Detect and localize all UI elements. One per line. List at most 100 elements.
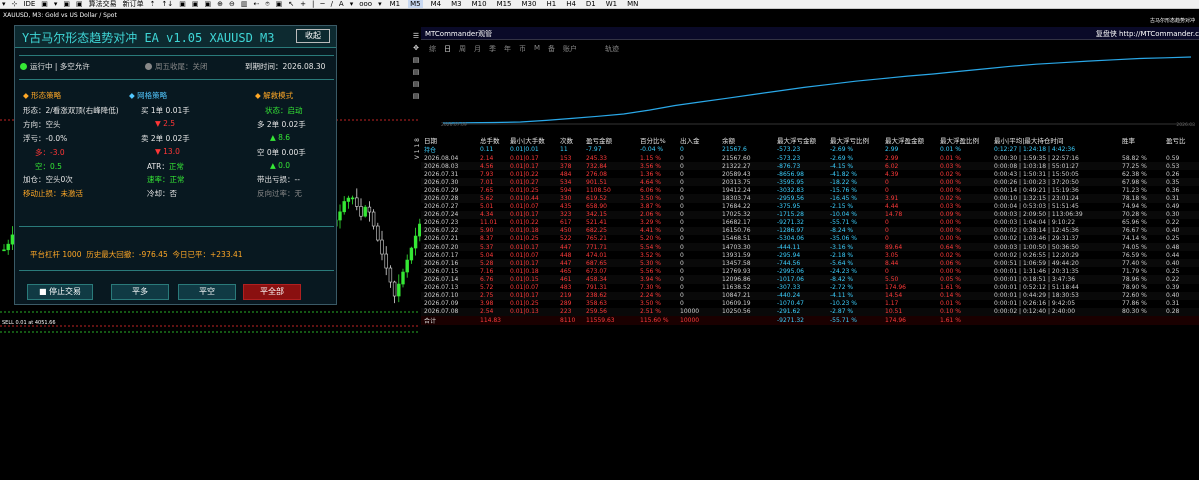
- toolbar-item-22[interactable]: |: [312, 0, 314, 8]
- toolbar-item-3[interactable]: ▣: [41, 0, 48, 8]
- column-header[interactable]: 最大浮亏比例: [827, 135, 882, 145]
- table-row[interactable]: 2026.07.30 7.01 0.01|0.27 534 901.51 4.64 % 0 2…: [421, 178, 1199, 187]
- toolbar-item-28[interactable]: ▾: [378, 0, 382, 8]
- table-row[interactable]: 2026.08.03 4.56 0.01|0.17 378 732.84 3.56 % 0 2…: [421, 162, 1199, 171]
- toolbar-item-17[interactable]: ⇠: [254, 0, 260, 8]
- table-row[interactable]: 2026.07.15 7.16 0.01|0.18 465 673.07 5.56 % 0 1…: [421, 267, 1199, 275]
- column-header[interactable]: 出入金: [677, 135, 719, 145]
- toolbar-item-16[interactable]: ▥: [241, 0, 248, 8]
- table-row[interactable]: 2026.07.21 8.37 0.01|0.25 522 765.21 5.20 % 0 1…: [421, 235, 1199, 243]
- timeframe-M5[interactable]: M5: [408, 0, 423, 8]
- toolbar-item-19[interactable]: ▣: [276, 0, 283, 8]
- table-row[interactable]: 2026.07.31 7.93 0.01|0.22 484 276.08 1.36 % 0 2…: [421, 170, 1199, 178]
- timeframe-M15[interactable]: M15: [495, 0, 514, 8]
- column-header[interactable]: 最大浮亏金额: [774, 135, 827, 145]
- toolbar-item-26[interactable]: ▾: [350, 0, 354, 8]
- toolbar-item-20[interactable]: ↖: [288, 0, 294, 8]
- table-cell: 62.38 %: [1122, 170, 1147, 178]
- table-row[interactable]: 2026.07.16 5.28 0.01|0.17 447 687.65 5.30 % 0 1…: [421, 259, 1199, 268]
- table-row[interactable]: 2026.07.23 11.01 0.01|0.22 617 521.41 3.29 % 0…: [421, 219, 1199, 227]
- toolbar-item-9[interactable]: ⇡: [150, 0, 156, 8]
- toolbar-item-6[interactable]: ▣: [76, 0, 83, 8]
- table-row[interactable]: 2026.07.27 5.01 0.01|0.07 435 658.90 3.87 % 0 1…: [421, 203, 1199, 211]
- timeframe-M4[interactable]: M4: [429, 0, 444, 8]
- table-row[interactable]: 2026.07.22 5.90 0.01|0.18 450 682.25 4.41 % 0 1…: [421, 226, 1199, 235]
- column-header[interactable]: 余额: [719, 135, 774, 145]
- table-row[interactable]: 2026.07.14 6.76 0.01|0.15 461 458.34 3.94 % 0 1…: [421, 275, 1199, 284]
- toolbar-item-2[interactable]: IDE: [23, 0, 35, 8]
- close-short-button[interactable]: 平空: [178, 284, 236, 300]
- toolbar-item-1[interactable]: ⊹: [12, 0, 18, 8]
- close-long-button[interactable]: 平多: [111, 284, 169, 300]
- table-row[interactable]: 2026.07.09 3.98 0.01|0.25 289 358.63 3.50 % 0 1…: [421, 300, 1199, 308]
- toolbar-item-0[interactable]: ▾: [2, 0, 6, 8]
- timeframe-M1[interactable]: M1: [388, 0, 403, 8]
- table-row[interactable]: 2026.08.04 2.14 0.01|0.17 153 245.33 1.15 % 0 2…: [421, 154, 1199, 162]
- timeframe-W1[interactable]: W1: [604, 0, 619, 8]
- table-row[interactable]: 2026.07.24 4.34 0.01|0.17 323 342.15 2.06 % 0 1…: [421, 210, 1199, 219]
- toolbar-item-18[interactable]: ⌾: [265, 0, 269, 8]
- grid-sell-pl: ▼ 13.0: [155, 147, 180, 156]
- toolbar-item-13[interactable]: ▣: [205, 0, 212, 8]
- table-cell: 15468.51: [722, 235, 751, 243]
- toolbar-item-23[interactable]: ─: [320, 0, 324, 8]
- table-row[interactable]: 2026.07.10 2.75 0.01|0.17 219 238.62 2.24 % 0 1…: [421, 291, 1199, 300]
- toolbar-item-10[interactable]: ↑↓: [162, 0, 174, 8]
- column-header[interactable]: 最小|大手数: [507, 135, 557, 145]
- table-row[interactable]: 2026.07.28 5.62 0.01|0.44 330 619.52 3.50 % 0 1…: [421, 194, 1199, 203]
- sidebar-icon-2[interactable]: ▤: [412, 55, 421, 65]
- collapse-button[interactable]: 收起: [296, 29, 330, 43]
- column-header[interactable]: 胜率: [1119, 135, 1163, 145]
- toolbar-item-24[interactable]: /: [331, 0, 333, 8]
- sidebar-icon-4[interactable]: ▤: [412, 79, 421, 89]
- toolbar-item-7[interactable]: 算法交易: [89, 0, 117, 8]
- table-cell: 2026.07.08: [421, 307, 477, 316]
- timeframe-D1[interactable]: D1: [584, 0, 598, 8]
- table-cell: 0.31: [1163, 194, 1199, 203]
- column-header[interactable]: 日期: [421, 135, 477, 145]
- toolbar-item-11[interactable]: ▣: [179, 0, 186, 8]
- timeframe-M3[interactable]: M3: [449, 0, 464, 8]
- close-all-button[interactable]: 平全部: [243, 284, 301, 300]
- table-cell: -9271.32: [774, 315, 827, 325]
- toolbar-item-14[interactable]: ⊕: [217, 0, 223, 8]
- column-header[interactable]: 总手数: [477, 135, 507, 145]
- toolbar-item-12[interactable]: ▣: [192, 0, 199, 8]
- column-header[interactable]: 最大浮盈金额: [882, 135, 937, 145]
- toolbar-item-4[interactable]: ▾: [54, 0, 58, 8]
- column-header[interactable]: 百分比%: [637, 135, 677, 145]
- timeframe-M30[interactable]: M30: [520, 0, 539, 8]
- toolbar-item-25[interactable]: A: [339, 0, 344, 8]
- toolbar-item-21[interactable]: +: [300, 0, 306, 8]
- sidebar-icon-1[interactable]: ✥: [412, 43, 421, 53]
- timeframe-H1[interactable]: H1: [544, 0, 558, 8]
- table-row[interactable]: 2026.07.08 2.54 0.01|0.13 223 259.56 2.51 % 10…: [421, 307, 1199, 316]
- column-header[interactable]: 盈亏金额: [583, 135, 637, 145]
- rescue-long: 多 2单 0.02手: [257, 120, 306, 129]
- sidebar-icon-3[interactable]: ▤: [412, 67, 421, 77]
- table-row[interactable]: 2026.07.17 5.04 0.01|0.07 448 474.01 3.52 % 0 1…: [421, 251, 1199, 259]
- table-cell: -35.06 %: [830, 235, 857, 243]
- column-header[interactable]: 次数: [557, 135, 583, 145]
- timeframe-H4[interactable]: H4: [564, 0, 578, 8]
- total-row[interactable]: 合计 114.83 8110 11559.63 115.60 % 10000 -9271.3…: [421, 315, 1199, 325]
- column-header[interactable]: 最小|平均|最大持仓时间: [991, 135, 1119, 145]
- stop-trading-button[interactable]: ■ 停止交易: [27, 284, 93, 300]
- table-row[interactable]: 2026.07.13 5.72 0.01|0.07 483 791.31 7.30 % 0 1…: [421, 284, 1199, 292]
- toolbar-item-8[interactable]: 新订单: [123, 0, 144, 8]
- toolbar-item-27[interactable]: ooo: [359, 0, 372, 8]
- column-header[interactable]: 最大浮盈比例: [937, 135, 991, 145]
- sidebar-icon-5[interactable]: ▤: [412, 91, 421, 101]
- timeframe-M10[interactable]: M10: [470, 0, 489, 8]
- toolbar-item-15[interactable]: ⊖: [229, 0, 235, 8]
- toolbar-item-5[interactable]: ▣: [63, 0, 70, 8]
- table-row[interactable]: 2026.07.20 5.37 0.01|0.17 447 771.71 5.54 % 0 1…: [421, 243, 1199, 252]
- table-cell: 0.02 %: [940, 170, 961, 178]
- table-cell: [507, 315, 557, 325]
- table-row[interactable]: 2026.07.29 7.65 0.01|0.25 594 1108.50 6.06 % 0…: [421, 186, 1199, 194]
- table-cell: -2995.06: [777, 267, 804, 275]
- holding-row[interactable]: 持仓 0.11 0.01|0.01 11 -7.97 -0.04 % 0 21567.6 -57…: [421, 145, 1199, 154]
- column-header[interactable]: 盈亏比: [1163, 135, 1199, 145]
- timeframe-MN[interactable]: MN: [625, 0, 640, 8]
- sidebar-icon-0[interactable]: ☰: [412, 31, 421, 41]
